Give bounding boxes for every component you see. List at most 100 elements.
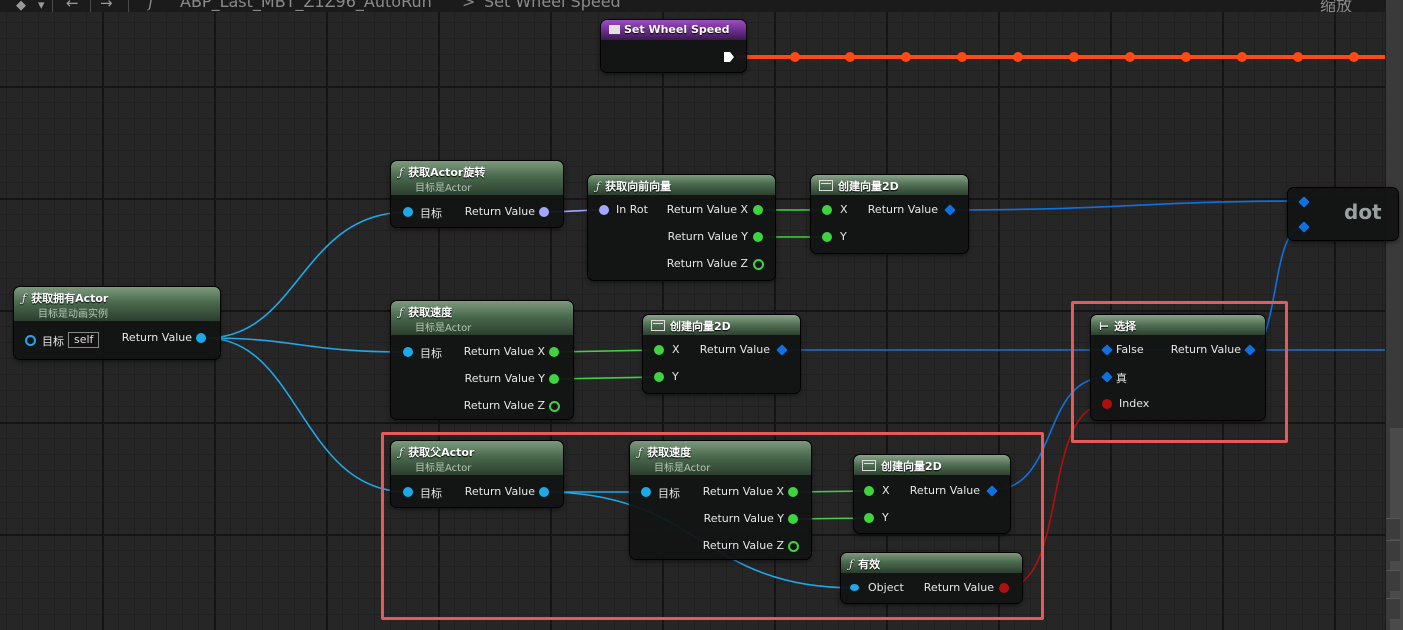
return-value-pin[interactable]: [999, 583, 1009, 593]
make-vector2d-node[interactable]: 创建向量2D X Return Value Y: [811, 175, 968, 253]
get-velocity-node[interactable]: ƒ 获取速度 目标是Actor 目标 Return Value X Return …: [391, 301, 573, 419]
true-pin[interactable]: [1101, 371, 1113, 383]
return-x-pin[interactable]: [788, 487, 798, 497]
pin-label: 目标: [420, 487, 442, 500]
node-title: 获取速度: [408, 306, 453, 319]
node-subtitle: 目标是Actor: [654, 463, 711, 474]
is-valid-node[interactable]: ƒ 有效 Object Return Value: [841, 553, 1022, 603]
pin-label: Return Value: [121, 331, 192, 344]
get-velocity-node[interactable]: ƒ 获取速度 目标是Actor 目标 Return Value X Return …: [630, 441, 811, 559]
pin-label: 目标: [420, 207, 442, 220]
dot-product-node[interactable]: dot: [1288, 188, 1398, 240]
pin-label: Return Value Y: [703, 512, 784, 525]
target-pin[interactable]: [25, 335, 36, 346]
node-header: Set Wheel Speed: [601, 20, 746, 40]
y-pin[interactable]: [654, 372, 664, 382]
input-a-pin[interactable]: [1298, 196, 1310, 208]
select-node[interactable]: ⊢ 选择 False Return Value 真 Index: [1091, 315, 1265, 420]
target-pin[interactable]: [641, 487, 651, 497]
function-icon: ƒ: [399, 446, 404, 459]
pin-label: X: [882, 484, 890, 497]
make-struct-icon: [862, 460, 876, 471]
pin-label: Return Value: [1170, 343, 1241, 356]
node-header: 创建向量2D: [811, 175, 968, 195]
node-header: ƒ 获取拥有Actor 目标是动画实例: [14, 287, 220, 321]
node-subtitle: 目标是Actor: [415, 323, 472, 334]
return-y-pin[interactable]: [788, 514, 798, 524]
get-parent-actor-node[interactable]: ƒ 获取父Actor 目标是Actor 目标 Return Value: [391, 441, 563, 507]
return-value-pin[interactable]: [1244, 344, 1256, 356]
return-y-pin[interactable]: [549, 374, 559, 384]
vector2d-wire: [949, 200, 1305, 211]
pin-label: Return Value Y: [667, 230, 748, 243]
pin-label: Y: [840, 230, 847, 243]
pin-label: In Rot: [616, 203, 648, 216]
node-subtitle: 目标是动画实例: [38, 309, 108, 320]
set-wheel-speed-node[interactable]: Set Wheel Speed: [601, 20, 746, 72]
pin-label: Return Value Y: [464, 372, 545, 385]
pin-label: X: [672, 343, 680, 356]
node-header: 创建向量2D: [643, 315, 800, 335]
in-rot-pin[interactable]: [599, 205, 609, 215]
pin-label: Object: [868, 581, 904, 594]
return-value-pin[interactable]: [539, 487, 549, 497]
return-value-pin[interactable]: [776, 344, 788, 356]
x-pin[interactable]: [654, 345, 664, 355]
function-icon: ƒ: [399, 306, 404, 319]
pin-label: Y: [882, 511, 889, 524]
return-x-pin[interactable]: [549, 347, 559, 357]
index-pin[interactable]: [1102, 399, 1112, 409]
y-pin[interactable]: [864, 513, 874, 523]
pin-label: X: [840, 203, 848, 216]
pin-label: 真: [1116, 372, 1127, 385]
node-title: 选择: [1114, 320, 1137, 333]
make-vector2d-node[interactable]: 创建向量2D X Return Value Y: [854, 455, 1010, 533]
self-value-field[interactable]: self: [68, 332, 100, 348]
get-actor-rotation-node[interactable]: ƒ 获取Actor旋转 目标是Actor 目标 Return Value: [391, 161, 563, 227]
target-pin[interactable]: [403, 207, 413, 217]
return-z-pin[interactable]: [788, 541, 799, 552]
return-value-pin[interactable]: [944, 204, 956, 216]
get-owning-actor-node[interactable]: ƒ 获取拥有Actor 目标是动画实例 目标 self Return Value: [14, 287, 220, 359]
node-title: 获取父Actor: [408, 446, 475, 459]
return-value-pin[interactable]: [986, 485, 998, 497]
node-subtitle: 目标是Actor: [415, 463, 472, 474]
function-icon: ƒ: [849, 558, 854, 571]
x-pin[interactable]: [822, 205, 832, 215]
node-title: 有效: [858, 558, 881, 571]
pin-label: Return Value: [464, 485, 535, 498]
input-b-pin[interactable]: [1298, 221, 1310, 233]
make-vector2d-node[interactable]: 创建向量2D X Return Value Y: [643, 315, 800, 393]
y-pin[interactable]: [822, 232, 832, 242]
object-pin[interactable]: [850, 584, 859, 591]
pin-label: 目标: [658, 487, 680, 500]
node-title: 创建向量2D: [838, 180, 899, 193]
node-title: dot: [1344, 200, 1382, 224]
return-value-pin[interactable]: [196, 333, 206, 343]
pin-label: Return Value: [909, 484, 980, 497]
node-title: 获取向前向量: [605, 180, 672, 193]
pin-label: Return Value: [923, 581, 994, 594]
target-pin[interactable]: [403, 487, 413, 497]
pin-label: Return Value X: [463, 345, 545, 358]
node-title: 获取速度: [647, 446, 692, 459]
pin-label: Index: [1119, 397, 1150, 410]
target-pin[interactable]: [403, 347, 413, 357]
node-title: 获取Actor旋转: [408, 166, 486, 179]
return-z-pin[interactable]: [549, 401, 560, 412]
node-header: ƒ 获取速度 目标是Actor: [630, 441, 811, 475]
x-pin[interactable]: [864, 486, 874, 496]
return-x-pin[interactable]: [753, 205, 763, 215]
false-pin[interactable]: [1101, 344, 1113, 356]
node-header: ƒ 获取父Actor 目标是Actor: [391, 441, 563, 475]
node-header: 创建向量2D: [854, 455, 1010, 475]
return-y-pin[interactable]: [753, 232, 763, 242]
exec-pin-icon[interactable]: [724, 52, 734, 62]
make-struct-icon: [651, 320, 665, 331]
return-z-pin[interactable]: [753, 259, 764, 270]
node-subtitle: 目标是Actor: [415, 183, 472, 194]
return-value-pin[interactable]: [539, 207, 549, 217]
pin-label: Y: [672, 370, 679, 383]
pin-label: Return Value X: [666, 203, 748, 216]
get-forward-vector-node[interactable]: ƒ 获取向前向量 In Rot Return Value X Return Val…: [588, 175, 775, 280]
